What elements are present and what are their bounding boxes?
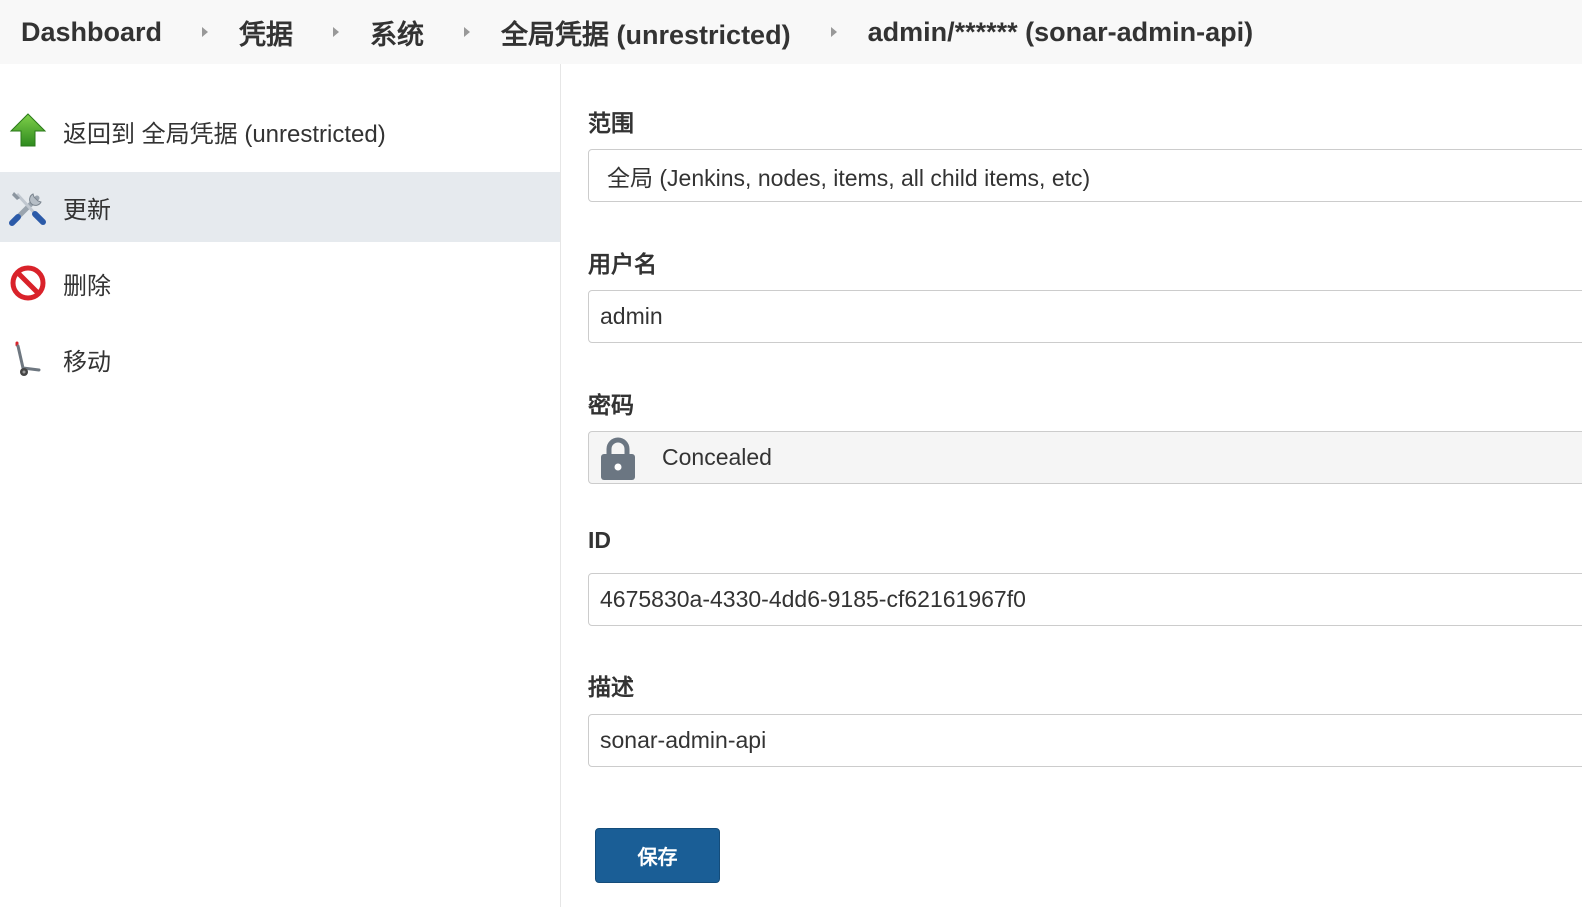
description-value: sonar-admin-api <box>600 727 767 753</box>
username-field[interactable]: admin <box>588 290 1582 343</box>
password-label: 密码 <box>588 392 634 418</box>
sidebar-item-label: 返回到 全局凭据 (unrestricted) <box>63 120 386 148</box>
no-entry-icon <box>10 265 46 301</box>
sidebar-item-update[interactable]: 更新 <box>0 172 560 242</box>
breadcrumb-separator-icon[interactable] <box>333 27 340 37</box>
sidebar: 返回到 全局凭据 (unrestricted) 更新 删除 移动 <box>0 64 561 907</box>
password-concealed-text: Concealed <box>662 444 772 470</box>
scope-select[interactable]: 全局 (Jenkins, nodes, items, all child ite… <box>588 149 1582 202</box>
sidebar-item-delete[interactable]: 删除 <box>0 248 560 318</box>
breadcrumb-separator-icon[interactable] <box>830 27 837 37</box>
id-field[interactable]: 4675830a-4330-4dd6-9185-cf62161967f0 <box>588 573 1582 626</box>
id-label: ID <box>588 527 611 553</box>
description-label: 描述 <box>588 674 634 700</box>
tools-icon <box>9 192 46 226</box>
sidebar-item-move[interactable]: 移动 <box>0 324 560 394</box>
sidebar-item-label: 删除 <box>63 272 111 300</box>
sidebar-item-back[interactable]: 返回到 全局凭据 (unrestricted) <box>0 96 560 166</box>
breadcrumb-separator-icon[interactable] <box>202 27 209 37</box>
breadcrumb-credentials[interactable]: 凭据 <box>239 13 293 52</box>
scope-label: 范围 <box>588 110 634 136</box>
username-value: admin <box>600 303 663 329</box>
breadcrumb: Dashboard 凭据 系统 全局凭据 (unrestricted) admi… <box>0 0 1582 64</box>
sidebar-item-label: 更新 <box>63 196 111 224</box>
credential-form: 范围 全局 (Jenkins, nodes, items, all child … <box>588 64 1582 907</box>
id-value: 4675830a-4330-4dd6-9185-cf62161967f0 <box>600 586 1026 612</box>
breadcrumb-dashboard[interactable]: Dashboard <box>21 17 162 48</box>
password-field[interactable]: Concealed <box>588 431 1582 484</box>
breadcrumb-current-credential[interactable]: admin/****** (sonar-admin-api) <box>868 17 1254 48</box>
scope-value: 全局 (Jenkins, nodes, items, all child ite… <box>607 164 1091 191</box>
up-arrow-icon <box>9 113 47 147</box>
sidebar-item-label: 移动 <box>63 348 111 376</box>
username-label: 用户名 <box>588 251 657 277</box>
hand-truck-icon <box>15 341 41 376</box>
breadcrumb-global-credentials[interactable]: 全局凭据 (unrestricted) <box>501 13 791 52</box>
breadcrumb-separator-icon[interactable] <box>464 27 471 37</box>
breadcrumb-system[interactable]: 系统 <box>370 13 424 52</box>
save-button[interactable]: 保存 <box>595 828 720 883</box>
lock-icon <box>601 437 635 480</box>
description-field[interactable]: sonar-admin-api <box>588 714 1582 767</box>
